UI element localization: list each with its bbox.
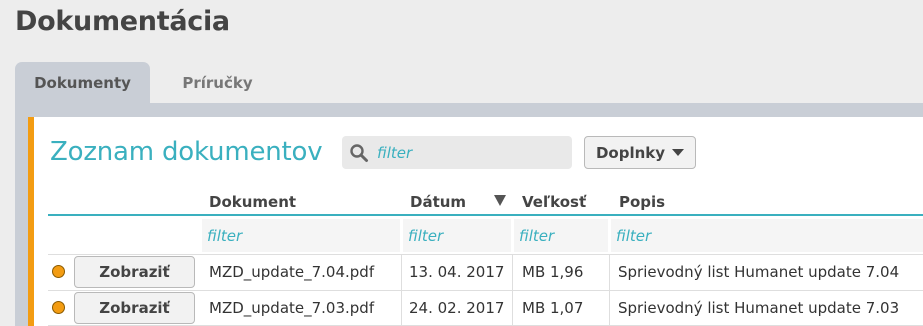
filter-cell-popis [611,219,923,252]
search-box[interactable] [342,136,572,169]
sort-desc-icon[interactable] [494,195,506,206]
document-description: Sprievodný list Humanet update 7.04 [618,263,900,281]
show-button[interactable]: Zobraziť [74,292,195,324]
filter-input-velkost[interactable] [519,226,608,245]
filter-cell-velkost [514,219,608,252]
document-name: MZD_update_7.04.pdf [209,263,375,281]
tab-prirucky[interactable]: Príručky [150,62,285,103]
column-header-velkost[interactable]: Veľkosť [522,193,586,211]
search-input[interactable] [377,143,557,162]
tab-bar: Dokumenty Príručky [15,62,285,103]
tab-dokumenty[interactable]: Dokumenty [15,62,150,103]
page-title: Dokumentácia [15,6,230,37]
panel-title: Zoznam dokumentov [50,137,323,167]
table-row: Zobraziť MZD_update_7.03.pdf 24. 02. 201… [48,290,923,326]
filter-input-dokument[interactable] [207,226,400,245]
status-dot [52,265,65,278]
document-date: 13. 04. 2017 [409,263,505,281]
document-date: 24. 02. 2017 [409,299,505,317]
document-name: MZD_update_7.03.pdf [209,299,375,317]
document-description: Sprievodný list Humanet update 7.03 [618,299,900,317]
column-header-popis[interactable]: Popis [619,193,665,211]
table-row: Zobraziť MZD_update_7.04.pdf 13. 04. 201… [48,254,923,290]
filter-input-popis[interactable] [616,226,923,245]
chevron-down-icon [672,149,685,156]
search-icon [350,143,368,162]
header-divider [48,214,923,216]
filter-cell-dokument [202,219,400,252]
column-header-dokument[interactable]: Dokument [209,193,296,211]
addons-label: Doplnky [595,143,666,162]
document-size: MB 1,07 [522,299,584,317]
document-size: MB 1,96 [522,263,584,281]
filter-cell-datum [403,219,511,252]
column-header-datum[interactable]: Dátum [410,193,466,211]
addons-dropdown-button[interactable]: Doplnky [584,136,696,169]
status-dot [52,301,65,314]
filter-input-datum[interactable] [408,226,511,245]
show-button[interactable]: Zobraziť [74,256,195,288]
